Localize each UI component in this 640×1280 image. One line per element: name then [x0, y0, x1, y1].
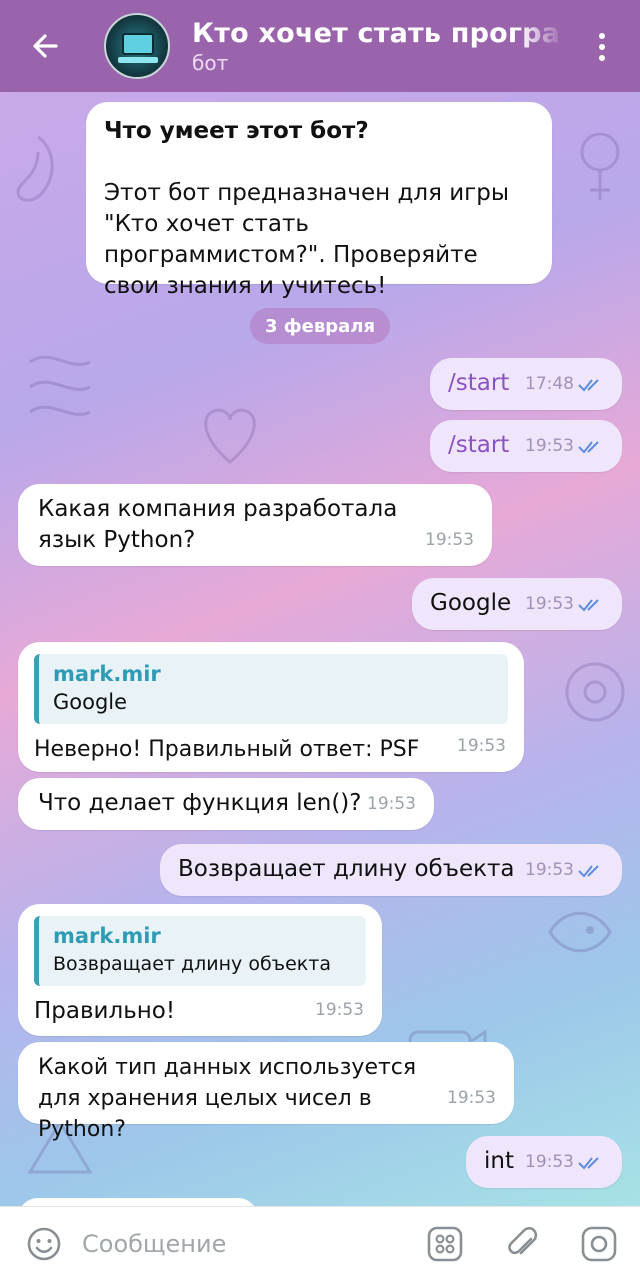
- message-input[interactable]: [82, 1229, 402, 1258]
- paperclip-icon[interactable]: [504, 1225, 542, 1263]
- message-time: 19:53: [457, 736, 506, 756]
- message-time: 19:53: [525, 436, 574, 456]
- reply-text: Google: [53, 690, 128, 714]
- pattern-icon: [580, 132, 620, 200]
- chat-subtitle: бот: [192, 50, 229, 75]
- message-time: 19:53: [525, 594, 574, 614]
- message-meta: 19:53: [525, 431, 604, 462]
- message-meta: 19:53: [525, 589, 604, 620]
- pattern-icon: [29, 355, 91, 416]
- message-text[interactable]: Какая компания разработала язык Python?: [38, 494, 438, 556]
- message-time: 19:53: [315, 1000, 364, 1020]
- chat-area[interactable]: Что умеет этот бот? Этот бот предназначе…: [0, 92, 640, 1206]
- message-outgoing[interactable]: int 19:53: [466, 1136, 622, 1188]
- pattern-icon: [204, 408, 256, 464]
- message-text[interactable]: Какой тип данных используется для хранен…: [38, 1052, 438, 1145]
- double-check-icon: [578, 440, 599, 453]
- message-incoming[interactable]: Какая компания разработала язык Python? …: [18, 484, 492, 566]
- message-time: 17:48: [525, 374, 574, 394]
- message-composer: [0, 1206, 640, 1280]
- pattern-icon: [16, 135, 54, 202]
- chat-title-block[interactable]: Кто хочет стать программистом? бот: [192, 18, 564, 75]
- avatar-screen: [122, 33, 154, 55]
- message-outgoing[interactable]: Возвращает длину объекта 19:53: [160, 844, 622, 896]
- message-meta: 19:53: [525, 1147, 604, 1178]
- smile-icon[interactable]: [24, 1224, 64, 1264]
- chat-title: Кто хочет стать программистом?: [192, 17, 564, 49]
- dot: [599, 44, 605, 50]
- message-meta: 19:53: [525, 855, 604, 886]
- double-check-icon: [578, 378, 599, 391]
- date-separator: 3 февраля: [250, 308, 390, 344]
- message-text[interactable]: Что делает функция len()?: [38, 788, 416, 819]
- message-incoming-partial[interactable]: [18, 1198, 258, 1206]
- reply-author: mark.mir: [53, 662, 161, 686]
- more-vertical-icon: [599, 33, 605, 39]
- reply-author: mark.mir: [53, 924, 161, 948]
- message-time: 19:53: [525, 860, 574, 880]
- message-outgoing[interactable]: /start 19:53: [430, 420, 622, 472]
- back-button[interactable]: [22, 23, 68, 69]
- message-time: 19:53: [425, 530, 474, 550]
- bot-keyboard-icon[interactable]: [426, 1225, 464, 1263]
- pattern-icon: [565, 662, 625, 722]
- message-outgoing[interactable]: Google 19:53: [412, 578, 622, 630]
- message-time: 19:53: [525, 1152, 574, 1172]
- reply-quote[interactable]: mark.mir Возвращает длину объекта: [34, 916, 366, 986]
- reply-quote[interactable]: mark.mir Google: [34, 654, 508, 724]
- menu-button[interactable]: [592, 30, 612, 64]
- chat-header: Кто хочет стать программистом? бот: [0, 0, 640, 92]
- bot-intro-card: Что умеет этот бот? Этот бот предназначе…: [86, 102, 552, 299]
- double-check-icon: [578, 1156, 599, 1169]
- message-meta: 17:48: [525, 369, 604, 400]
- dot: [599, 55, 605, 61]
- message-text[interactable]: Неверно! Правильный ответ: PSF: [34, 734, 508, 765]
- message-incoming[interactable]: Какой тип данных используется для хранен…: [18, 1042, 514, 1142]
- message-incoming-reply[interactable]: mark.mir Google Неверно! Правильный отве…: [18, 642, 524, 772]
- message-incoming[interactable]: Что делает функция len()? 19:53: [18, 778, 434, 830]
- avatar-keyboard: [118, 57, 158, 63]
- message-time: 19:53: [447, 1088, 496, 1108]
- arrow-left-icon: [33, 34, 58, 58]
- double-check-icon: [578, 598, 599, 611]
- intro-body: Этот бот предназначен для игры "Кто хоче…: [104, 180, 510, 299]
- reply-text: Возвращает длину объекта: [53, 953, 331, 975]
- pattern-icon: [548, 911, 612, 953]
- message-incoming-reply[interactable]: mark.mir Возвращает длину объекта Правил…: [18, 904, 382, 1036]
- message-outgoing[interactable]: /start 17:48: [430, 358, 622, 410]
- camera-icon[interactable]: [580, 1225, 618, 1263]
- double-check-icon: [578, 864, 599, 877]
- intro-heading: Что умеет этот бот?: [104, 118, 369, 144]
- avatar[interactable]: [104, 13, 170, 79]
- message-time: 19:53: [367, 794, 416, 814]
